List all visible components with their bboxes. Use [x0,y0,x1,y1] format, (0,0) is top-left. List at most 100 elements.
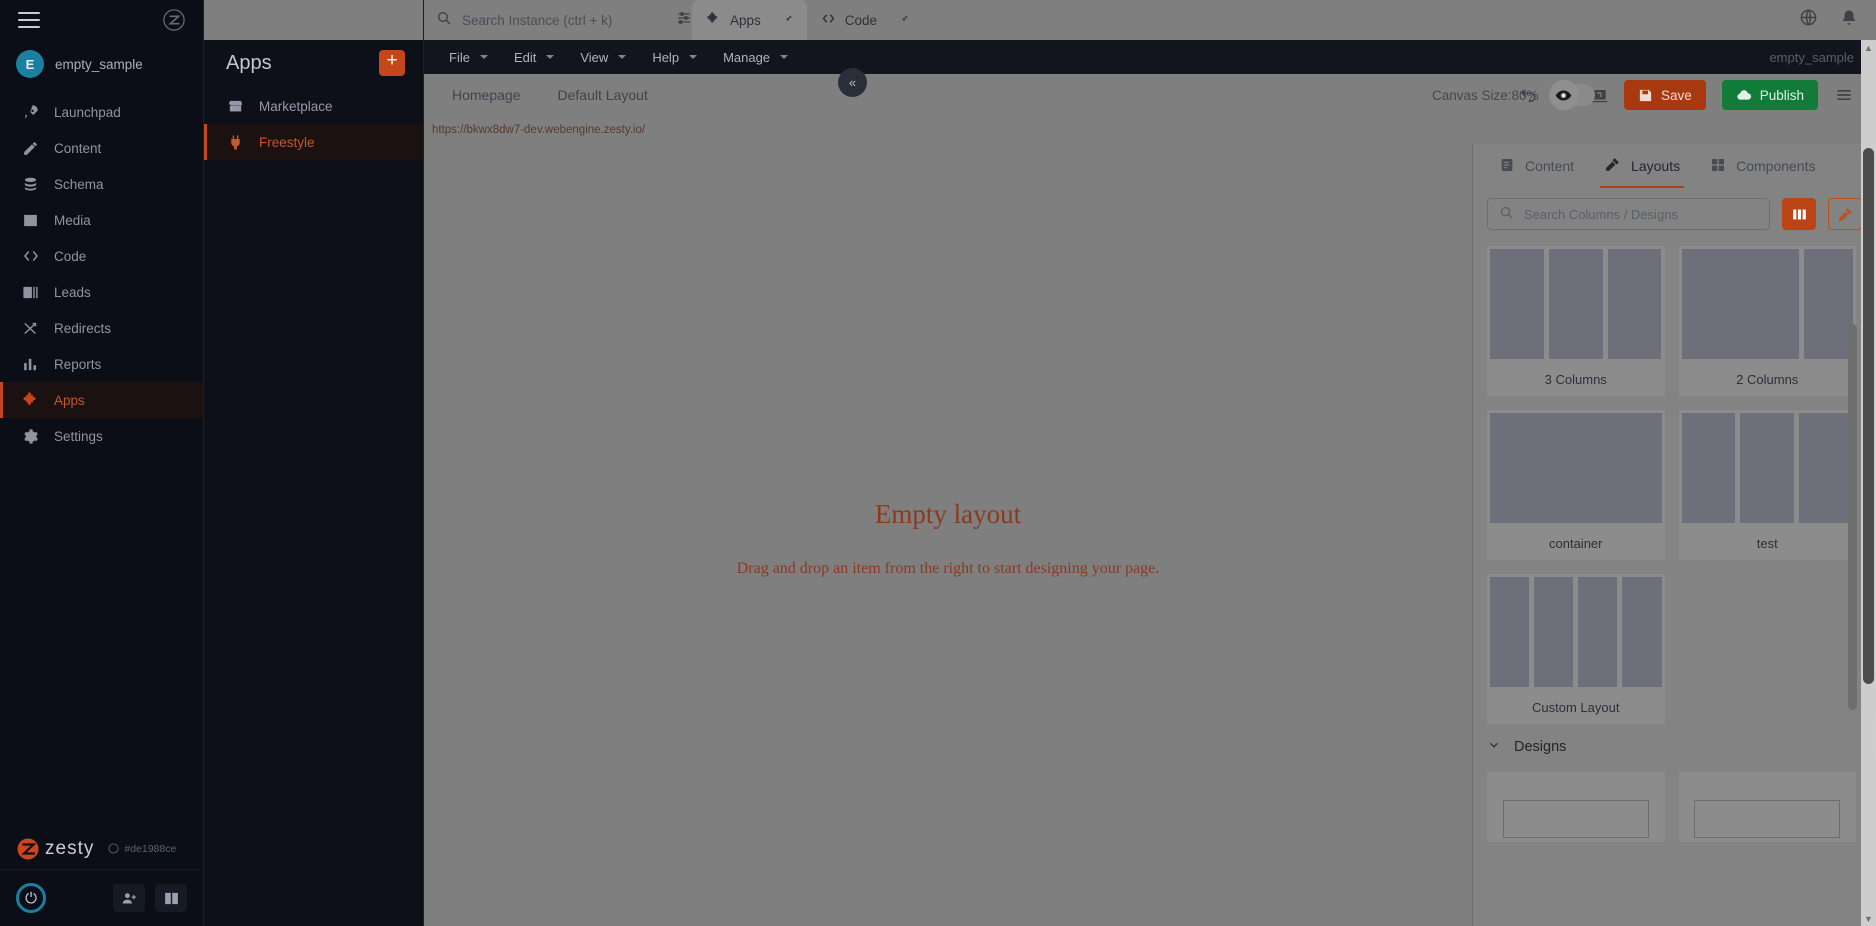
tab-label: Content [1525,158,1575,174]
chevron-down-icon [618,55,627,59]
scroll-down-arrow[interactable]: ▼ [1861,911,1876,926]
layout-card-label: container [1549,535,1603,551]
globe-icon[interactable] [1799,8,1818,32]
sidebar-item-media[interactable]: Media [0,202,203,238]
filter-icon[interactable] [676,10,692,31]
app-root: E empty_sample Launchpad Content Schema … [0,0,1876,926]
columns-view-button[interactable] [1782,198,1816,230]
layouts-search-placeholder: Search Columns / Designs [1524,206,1678,222]
store-icon [226,98,245,115]
sidebar-item-code[interactable]: Code [0,238,203,274]
layout-selector[interactable]: Default Layout [558,87,659,103]
right-panel-tabs: Content Layouts Components [1473,144,1876,188]
sidebar-item-label: Reports [54,356,102,372]
zesty-logo-icon [163,9,185,31]
zesty-wordmark: zesty [16,837,94,861]
apps-item-freestyle[interactable]: Freestyle [204,124,423,160]
invite-user-button[interactable] [113,884,145,912]
layout-selector-label: Default Layout [557,87,648,103]
more-options-button[interactable] [1834,85,1854,105]
layouts-search-input[interactable]: Search Columns / Designs [1487,198,1770,230]
preview-toggle[interactable] [1548,80,1595,110]
menu-help[interactable]: Help [639,50,710,65]
sidebar-item-settings[interactable]: Settings [0,418,203,454]
add-app-button[interactable]: + [379,50,405,76]
menu-file[interactable]: File [436,50,501,65]
apps-panel-topstrip [204,0,423,40]
publish-label: Publish [1759,87,1804,103]
search-input[interactable]: Search Instance (ctrl + k) [462,13,612,28]
contact-icon [21,283,40,302]
sidebar-item-label: Launchpad [54,104,121,120]
code-icon [821,11,836,29]
menu-view[interactable]: View [567,50,639,65]
layout-card-label: test [1756,535,1778,551]
publish-button[interactable]: Publish [1721,80,1818,110]
right-panel-search-row: Search Columns / Designs [1473,188,1876,244]
menu-edit[interactable]: Edit [501,50,567,65]
sidebar-item-redirects[interactable]: Redirects [0,310,203,346]
layout-card[interactable]: 2 Columns [1678,246,1857,396]
notifications-bell-icon[interactable] [1840,9,1858,32]
layout-card[interactable]: test [1678,410,1856,560]
page-selector[interactable]: Homepage [452,87,532,103]
apps-item-marketplace[interactable]: Marketplace [204,88,423,124]
layout-card[interactable]: container [1487,410,1665,560]
design-card[interactable] [1487,772,1665,842]
sidebar-item-label: Schema [54,176,104,192]
layout-preview [1487,410,1665,526]
pin-icon[interactable] [780,12,793,28]
tab-components[interactable]: Components [1698,144,1827,188]
design-card[interactable] [1678,772,1856,842]
pencil-icon [21,139,40,158]
designs-view-button[interactable] [1828,198,1862,230]
design-canvas[interactable]: Empty layout Drag and drop an item from … [424,144,1472,926]
apps-item-label: Marketplace [259,98,333,114]
sidebar-item-leads[interactable]: Leads [0,274,203,310]
save-button[interactable]: Save [1623,80,1706,110]
collapse-panel-button[interactable]: « [838,68,867,97]
designs-section-header[interactable]: Designs [1473,724,1876,766]
scroll-up-arrow[interactable]: ▲ [1861,40,1876,55]
layout-card-custom[interactable]: Custom Layout [1487,574,1665,724]
commit-hash-label: #de1988ce [124,842,177,855]
tab-layouts[interactable]: Layouts [1592,144,1692,188]
page-scrollbar[interactable]: ▲ ▼ [1861,40,1876,926]
save-label: Save [1660,87,1692,103]
save-disk-icon [1639,89,1652,101]
sidebar-header [0,0,203,40]
docs-button[interactable] [155,884,187,912]
sidebar-item-schema[interactable]: Schema [0,166,203,202]
commit-hash[interactable]: #de1988ce [108,843,176,855]
power-button[interactable]: ⏻ [16,883,46,913]
right-panel-scrollbar[interactable] [1848,324,1857,710]
layout-card[interactable]: 3 Columns [1487,246,1665,396]
global-search[interactable]: Search Instance (ctrl + k) [436,10,668,31]
empty-layout-title: Empty layout [874,498,1022,529]
scrollbar-thumb[interactable] [1863,148,1874,684]
sidebar-nav: Launchpad Content Schema Media Code Lead… [0,94,203,454]
tab-content[interactable]: Content [1487,144,1586,188]
layout-preview [1487,246,1665,362]
sidebar-item-content[interactable]: Content [0,130,203,166]
plug-icon [226,134,245,151]
menu-label: File [449,49,470,65]
layout-preview [1679,246,1857,362]
avatar: E [16,50,44,78]
tab-code[interactable]: Code [807,0,923,40]
tab-apps[interactable]: Apps [692,0,807,40]
menu-manage[interactable]: Manage [710,50,801,65]
preview-url-bar[interactable]: https://bkwx8dw7-dev.webengine.zesty.io/ [424,116,1876,144]
sidebar-item-launchpad[interactable]: Launchpad [0,94,203,130]
menu-toggle-button[interactable] [18,12,40,28]
topbar-actions [1799,8,1876,32]
github-icon [108,843,119,854]
account-switcher[interactable]: E empty_sample [0,40,203,94]
sidebar-item-apps[interactable]: Apps [0,382,203,418]
apps-item-label: Freestyle [259,134,315,150]
pin-icon[interactable] [896,12,909,28]
layout-card-label: Custom Layout [1532,699,1620,715]
eye-icon [1548,80,1579,110]
sidebar-item-reports[interactable]: Reports [0,346,203,382]
empty-layout-subtitle: Drag and drop an item from the right to … [736,559,1160,577]
